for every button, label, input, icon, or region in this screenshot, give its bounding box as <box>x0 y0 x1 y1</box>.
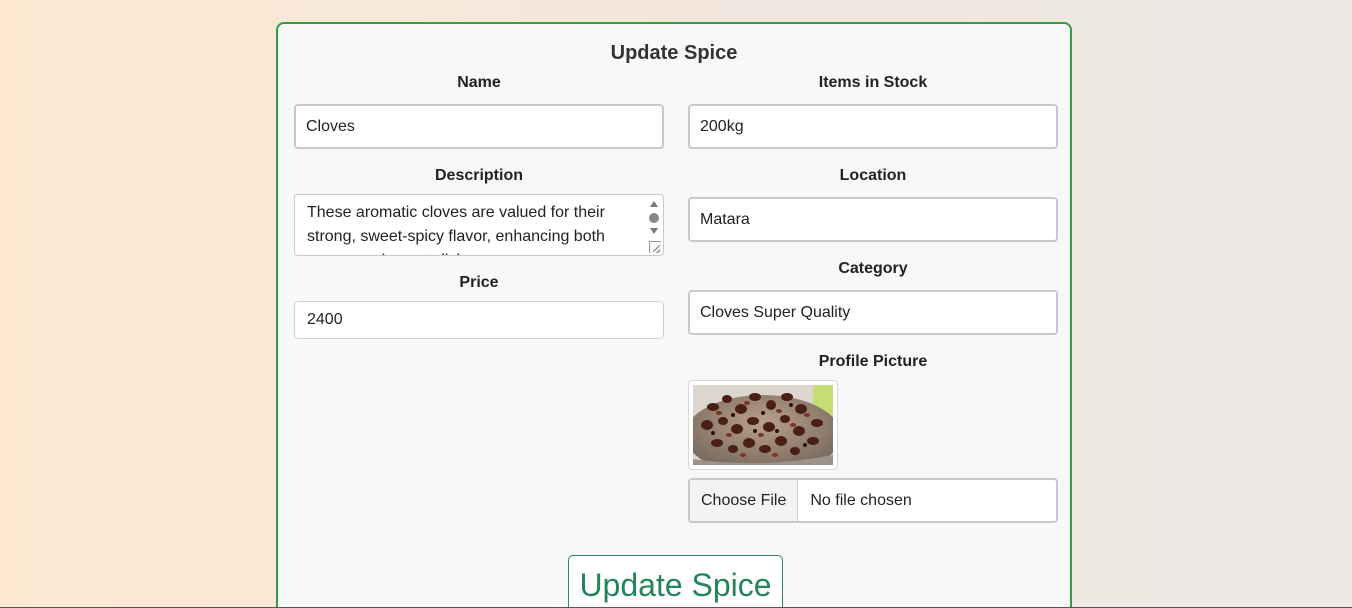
name-input[interactable]: Cloves <box>294 104 664 149</box>
stock-input[interactable]: 200kg <box>688 104 1058 149</box>
price-label: Price <box>459 274 499 291</box>
cloves-image <box>693 385 833 465</box>
description-textarea[interactable]: These aromatic cloves are valued for the… <box>294 194 664 256</box>
scroll-down-arrow-icon[interactable] <box>650 228 658 234</box>
update-spice-form: Update Spice Name Cloves Items in Stock … <box>276 22 1072 608</box>
update-spice-button[interactable]: Update Spice <box>568 555 783 608</box>
choose-file-button[interactable]: Choose File <box>690 480 799 521</box>
location-label: Location <box>839 167 907 184</box>
name-label: Name <box>457 74 501 91</box>
resize-handle-icon[interactable] <box>649 241 661 253</box>
profile-picture-label: Profile Picture <box>818 353 928 370</box>
scroll-thumb[interactable] <box>649 213 659 223</box>
category-label: Category <box>838 260 908 277</box>
location-input[interactable]: Matara <box>688 197 1058 242</box>
scroll-up-arrow-icon[interactable] <box>650 201 658 207</box>
description-text: These aromatic cloves are valued for the… <box>307 204 605 255</box>
form-title: Update Spice <box>610 42 738 64</box>
price-input[interactable]: 2400 <box>294 301 664 339</box>
stock-label: Items in Stock <box>818 74 928 91</box>
file-input[interactable]: Choose File No file chosen <box>688 478 1058 523</box>
category-input[interactable]: Cloves Super Quality <box>688 290 1058 335</box>
profile-picture-thumbnail <box>688 380 838 470</box>
file-status-text: No file chosen <box>810 491 912 509</box>
description-label: Description <box>434 167 523 184</box>
